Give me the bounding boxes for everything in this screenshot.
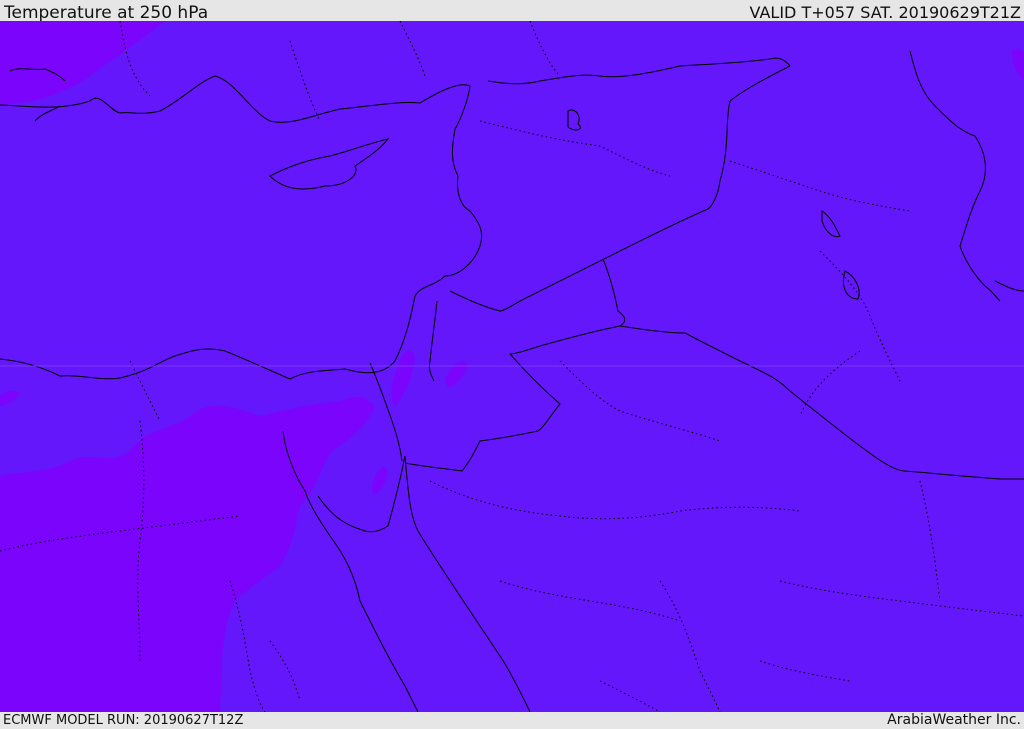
warm-field-jordan — [445, 361, 468, 388]
warm-field-sinai-west — [0, 390, 20, 406]
weather-map[interactable] — [0, 21, 1024, 712]
map-canvas — [0, 21, 1024, 712]
lakes — [567, 109, 860, 300]
model-run: ECMWF MODEL RUN: 20190627T12Z — [3, 713, 244, 728]
warm-field-egypt — [0, 396, 375, 712]
header-bar: Temperature at 250 hPa VALID T+057 SAT. … — [0, 0, 1024, 23]
credit: ArabiaWeather Inc. — [887, 712, 1021, 728]
footer-bar: ECMWF MODEL RUN: 20190627T12Z ArabiaWeat… — [0, 712, 1024, 729]
valid-time: VALID T+057 SAT. 20190629T21Z — [749, 3, 1021, 22]
warm-field-palestine — [391, 350, 415, 406]
warm-field-negev — [372, 466, 388, 495]
map-title: Temperature at 250 hPa — [4, 3, 209, 23]
warm-field-northeast — [1012, 48, 1024, 81]
warm-field-northwest — [0, 21, 165, 106]
